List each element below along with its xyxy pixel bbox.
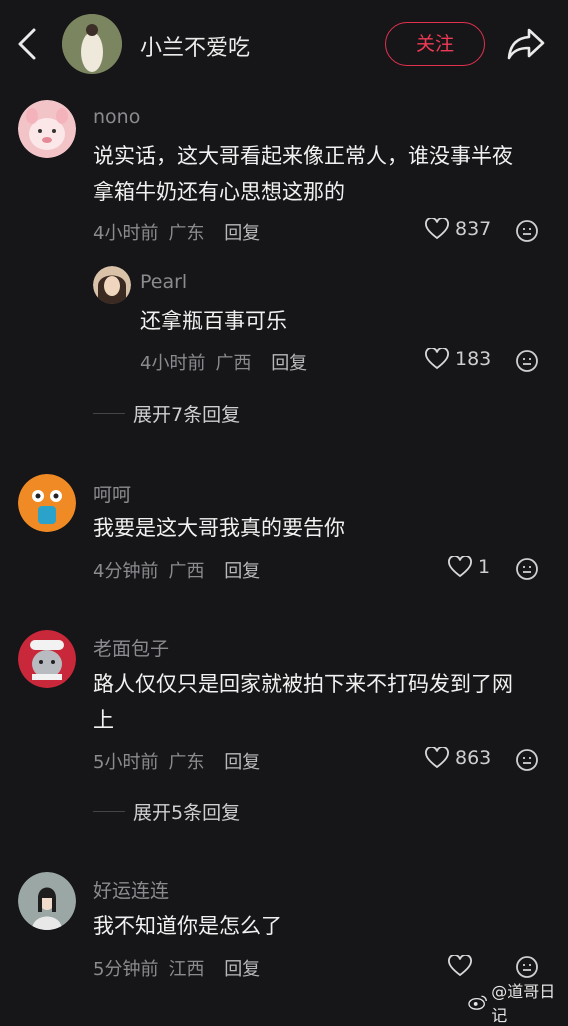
emoji-reaction-icon[interactable] [515,349,539,373]
comment-text-line: 说实话，这大哥看起来像正常人，谁没事半夜 [93,144,513,168]
avatar[interactable] [93,266,131,304]
comment-text: 路人仅仅只是回家就被拍下来不打码发到了网 上 [93,666,513,738]
reply-button[interactable]: 回复 [271,353,307,374]
comment-username[interactable]: 呵呵 [93,480,131,507]
reply-button[interactable]: 回复 [224,561,260,582]
divider [93,413,125,414]
comment-meta: 5分钟前 江西 回复 [93,955,270,981]
reply-time: 4小时前 [140,353,206,374]
heart-icon [448,955,472,977]
emoji-reaction-icon[interactable] [515,955,539,979]
like-count: 1 [478,556,491,578]
avatar[interactable] [18,100,76,158]
like-count: 863 [455,747,492,769]
expand-replies-label: 展开7条回复 [133,404,241,426]
comment-username[interactable]: 好运连连 [93,876,169,903]
reply-button[interactable]: 回复 [224,223,260,244]
comment-location: 江西 [168,959,205,980]
watermark: @道哥日记 [468,978,568,1026]
emoji-reaction-icon[interactable] [515,748,539,772]
like-button[interactable]: 1 [448,556,490,578]
reply-text: 还拿瓶百事可乐 [140,309,287,333]
profile-username[interactable]: 小兰不爱吃 [140,30,250,62]
comment-text-line: 路人仅仅只是回家就被拍下来不打码发到了网 [93,672,513,696]
comment-meta: 4小时前 广东 回复 [93,219,270,245]
profile-avatar[interactable] [62,14,122,74]
like-button[interactable]: 837 [425,218,491,240]
comment-time: 5分钟前 [93,959,159,980]
heart-icon [425,747,449,769]
like-count: 183 [455,348,492,370]
like-button[interactable]: 863 [425,747,491,769]
comment-text: 说实话，这大哥看起来像正常人，谁没事半夜 拿箱牛奶还有心思想这那的 [93,138,513,210]
heart-icon [425,348,449,370]
follow-button[interactable]: 关注 [385,22,485,66]
back-arrow-icon[interactable] [14,26,42,62]
reply-button[interactable]: 回复 [224,752,260,773]
reply-username[interactable]: Pearl [140,271,187,293]
expand-replies-label: 展开5条回复 [133,802,241,824]
heart-icon [448,556,472,578]
comment-text: 我要是这大哥我真的要告你 [93,516,345,540]
divider [93,811,125,812]
share-icon[interactable] [505,24,547,64]
expand-replies-button[interactable]: 展开7条回复 [93,400,240,427]
comment-time: 5小时前 [93,752,159,773]
expand-replies-button[interactable]: 展开5条回复 [93,798,240,825]
comment-text-line: 上 [93,708,114,732]
comment-time: 4小时前 [93,223,159,244]
like-button[interactable]: 183 [425,348,491,370]
reply-button[interactable]: 回复 [224,959,260,980]
comment-location: 广东 [168,223,205,244]
like-button[interactable] [448,955,478,977]
comment-username[interactable]: 老面包子 [93,634,169,661]
comment-username[interactable]: nono [93,106,140,128]
top-bar: 小兰不爱吃 关注 [0,0,568,90]
comment-location: 广东 [168,752,205,773]
comment-time: 4分钟前 [93,561,159,582]
emoji-reaction-icon[interactable] [515,219,539,243]
watermark-text: @道哥日记 [491,982,556,1025]
comment-text-line: 拿箱牛奶还有心思想这那的 [93,180,345,204]
comment-meta: 5小时前 广东 回复 [93,748,270,774]
avatar[interactable] [18,474,76,532]
comment-text: 我不知道你是怎么了 [93,914,282,938]
comment-location: 广西 [168,561,205,582]
heart-icon [425,218,449,240]
avatar[interactable] [18,630,76,688]
weibo-logo-icon [468,995,487,1010]
reply-meta: 4小时前 广西 回复 [140,349,317,375]
reply-location: 广西 [215,353,252,374]
emoji-reaction-icon[interactable] [515,557,539,581]
avatar[interactable] [18,872,76,930]
comment-meta: 4分钟前 广西 回复 [93,557,270,583]
like-count: 837 [455,218,492,240]
